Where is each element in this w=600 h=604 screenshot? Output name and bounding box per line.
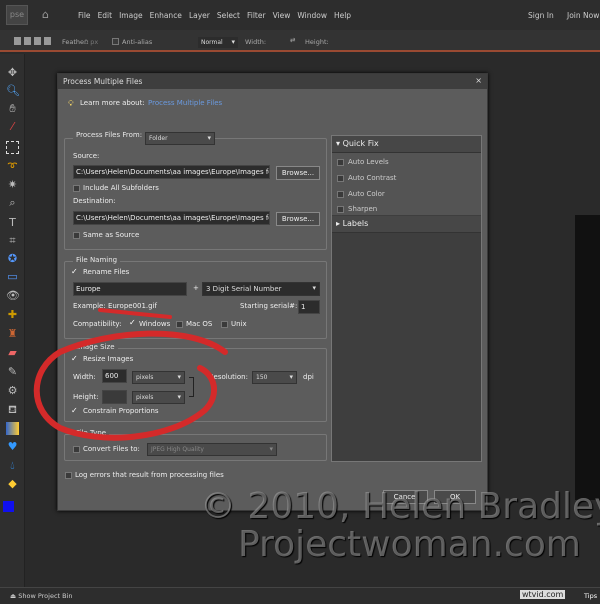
- project-bin-button[interactable]: ⏏ Show Project Bin: [10, 592, 73, 600]
- tips-button[interactable]: Tips: [584, 592, 597, 600]
- project-bin-label: Show Project Bin: [18, 592, 73, 600]
- watermark-line2: Projectwoman.com: [238, 524, 581, 565]
- site-watermark: wtvid.com: [520, 590, 566, 599]
- watermark-line1: © 2010, Helen Bradley: [200, 486, 600, 527]
- status-bar: ⏏ Show Project Bin wtvid.com Tips: [0, 587, 600, 604]
- annotation-stroke-top: [98, 308, 172, 319]
- annotation-stroke: [33, 330, 228, 441]
